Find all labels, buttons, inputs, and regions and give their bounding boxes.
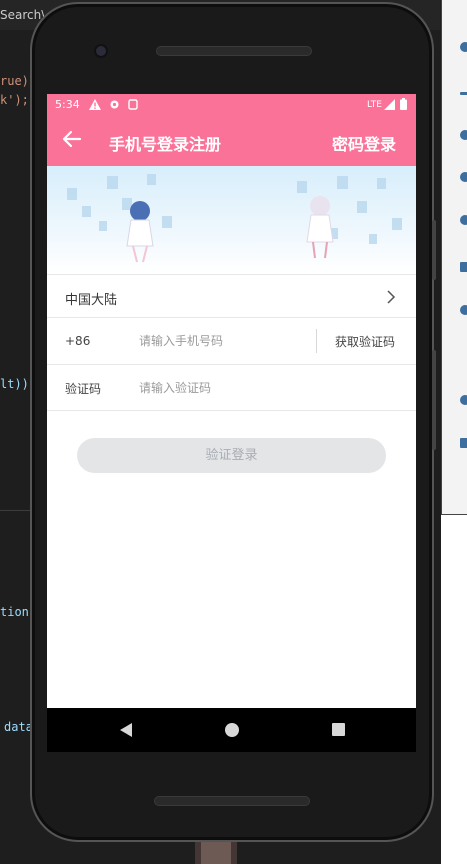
status-time: 5:34: [55, 98, 80, 111]
banner-illustration: [47, 166, 416, 272]
ide-code-line: rue): [0, 74, 29, 88]
verification-code-input[interactable]: [139, 376, 309, 400]
country-code[interactable]: +86: [65, 334, 90, 348]
back-arrow-icon[interactable]: [61, 128, 83, 150]
ide-side-panel: [441, 0, 467, 515]
panel-icon[interactable]: [460, 438, 467, 448]
page-title: 手机号登录注册: [109, 135, 222, 154]
ide-code-line: data: [4, 720, 33, 734]
divider: [316, 329, 317, 353]
power-button: [432, 350, 436, 450]
sim-icon: [128, 99, 138, 110]
password-login-link[interactable]: 密码登录: [332, 131, 396, 155]
system-navigation-bar: [47, 708, 416, 752]
ide-blank-area: [441, 515, 467, 864]
panel-icon[interactable]: [460, 92, 467, 95]
status-bar: 5:34 LTE: [47, 94, 416, 116]
chevron-right-icon: [387, 290, 396, 304]
signal-icon: [384, 99, 395, 110]
ide-code-line: tion: [0, 605, 29, 619]
region-selector[interactable]: 中国大陆: [47, 274, 416, 318]
ide-code-line: k');: [0, 93, 29, 107]
phone-row: +86 获取验证码: [47, 318, 416, 365]
panel-icon[interactable]: [460, 262, 467, 272]
verify-login-button[interactable]: 验证登录: [77, 438, 386, 473]
nav-recents-icon[interactable]: [332, 723, 345, 736]
nav-back-icon[interactable]: [119, 722, 133, 738]
panel-icon[interactable]: [460, 395, 467, 405]
panel-icon[interactable]: [460, 130, 467, 140]
title-bar: 手机号登录注册 密码登录: [47, 116, 416, 166]
anime-banner-image: [67, 174, 402, 263]
ide-search-box[interactable]: Search\: [0, 8, 45, 22]
code-row: 验证码: [47, 365, 416, 411]
settings-icon: [110, 100, 119, 109]
code-label: 验证码: [65, 382, 102, 396]
get-code-button[interactable]: 获取验证码: [335, 333, 395, 350]
warning-icon: [89, 99, 101, 110]
volume-button: [432, 220, 436, 280]
app-screen: 5:34 LTE 手机号登录注册 密码登录 中国大陆 +86 请输入手机号码 获…: [47, 94, 416, 708]
nav-home-icon[interactable]: [225, 723, 239, 737]
panel-icon[interactable]: [460, 172, 467, 182]
speaker-grille: [156, 46, 312, 56]
panel-icon[interactable]: [460, 305, 467, 315]
network-type: LTE: [367, 100, 382, 110]
panel-icon[interactable]: [460, 215, 467, 225]
camera-icon: [94, 44, 108, 58]
panel-icon[interactable]: [460, 42, 467, 52]
region-label: 中国大陆: [65, 293, 118, 308]
phone-number-input[interactable]: [139, 329, 309, 353]
ide-code-line: lt)): [0, 377, 29, 391]
desktop: Search\ rue) k'); lt)) tion data 5:34 LT…: [0, 0, 467, 864]
speaker-grille-bottom: [154, 796, 310, 806]
battery-icon: [400, 98, 407, 110]
